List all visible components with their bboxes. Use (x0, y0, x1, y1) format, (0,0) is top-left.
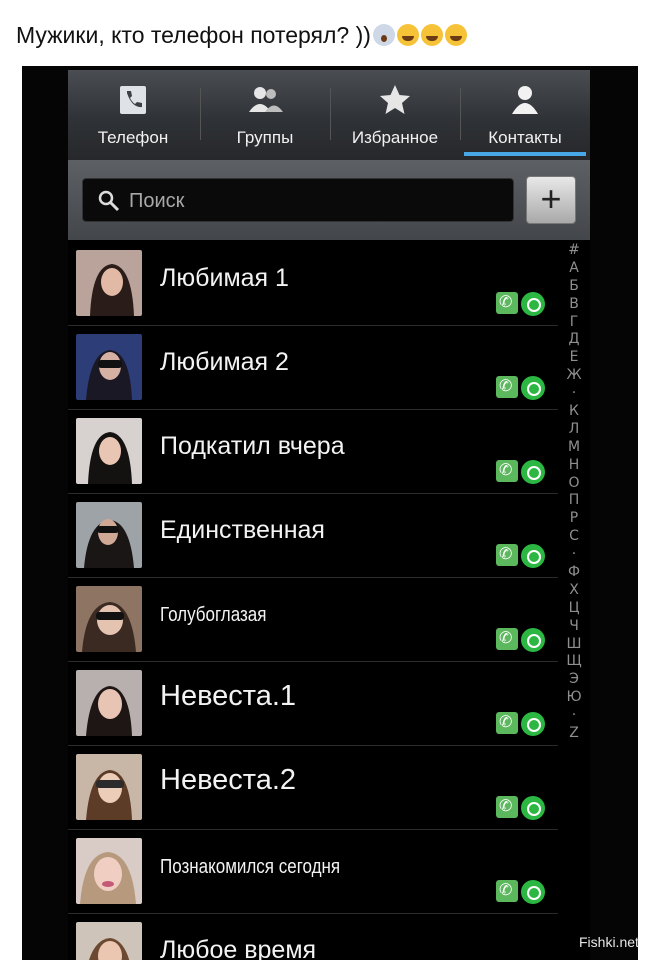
tab-label: Контакты (488, 128, 562, 147)
index-letter[interactable]: Щ (562, 653, 586, 671)
avatar (76, 838, 142, 904)
avatar (76, 670, 142, 736)
index-letter[interactable]: Z (562, 725, 586, 743)
avatar (76, 334, 142, 400)
contact-name: Невеста.2 (160, 764, 297, 796)
list-item[interactable]: Голубоглазая (68, 578, 558, 662)
tab-groups[interactable]: Группы (200, 70, 330, 160)
list-item[interactable]: Единственная (68, 494, 558, 578)
active-tab-indicator (464, 152, 586, 156)
index-letter[interactable]: Е (562, 349, 586, 367)
index-letter[interactable]: Г (562, 314, 586, 332)
contact-name: Познакомился сегодня (160, 856, 341, 878)
contact-name: Единственная (160, 516, 325, 544)
caption-text: Мужики, кто телефон потерял? )) (16, 22, 371, 48)
contact-name: Голубоглазая (160, 604, 267, 626)
groups-icon (245, 82, 285, 123)
watermark: Fishki.net (579, 934, 639, 950)
index-letter[interactable]: · (562, 707, 586, 725)
index-letter[interactable]: С (562, 528, 586, 546)
add-contact-button[interactable]: + (526, 176, 576, 224)
avatar (76, 502, 142, 568)
call-icon[interactable] (496, 292, 518, 314)
search-icon (97, 189, 121, 218)
contact-name: Подкатил вчера (160, 432, 345, 460)
list-item[interactable]: Познакомился сегодня (68, 830, 558, 914)
index-letter[interactable]: # (562, 242, 586, 260)
person-icon (507, 82, 543, 123)
whatsapp-icon[interactable] (521, 628, 545, 652)
call-icon[interactable] (496, 460, 518, 482)
index-letter[interactable]: Ш (562, 636, 586, 654)
avatar (76, 586, 142, 652)
tab-bar: Телефон Группы Избранное Контакты (68, 70, 590, 160)
call-icon[interactable] (496, 880, 518, 902)
index-letter[interactable]: В (562, 296, 586, 314)
index-letter[interactable]: Р (562, 510, 586, 528)
index-letter[interactable]: К (562, 403, 586, 421)
index-letter[interactable]: Ч (562, 618, 586, 636)
list-item[interactable]: Подкатил вчера (68, 410, 558, 494)
whatsapp-icon[interactable] (521, 376, 545, 400)
index-letter[interactable]: Н (562, 457, 586, 475)
call-icon[interactable] (496, 376, 518, 398)
contact-name: Невеста.1 (160, 680, 297, 712)
call-icon[interactable] (496, 712, 518, 734)
call-icon[interactable] (496, 796, 518, 818)
index-letter[interactable]: А (562, 260, 586, 278)
index-letter[interactable]: · (562, 546, 586, 564)
index-letter[interactable]: Ю (562, 689, 586, 707)
call-icon[interactable] (496, 628, 518, 650)
avatar (76, 754, 142, 820)
phone-icon (115, 82, 151, 123)
index-letter[interactable]: Ж (562, 367, 586, 385)
index-letter[interactable]: О (562, 475, 586, 493)
index-letter[interactable]: Х (562, 582, 586, 600)
contact-name: Любимая 2 (160, 348, 289, 376)
whatsapp-icon[interactable] (521, 460, 545, 484)
search-row: + (68, 160, 590, 240)
search-field[interactable] (82, 178, 514, 222)
whatsapp-icon[interactable] (521, 796, 545, 820)
laughing-emoji-icon (396, 24, 419, 46)
call-icon[interactable] (496, 544, 518, 566)
whatsapp-icon[interactable] (521, 292, 545, 316)
tab-label: Избранное (351, 128, 439, 147)
tab-contacts[interactable]: Контакты (460, 70, 590, 160)
alphabet-index[interactable]: # А Б В Г Д Е Ж · К Л М Н О П Р С · Ф Х … (562, 242, 586, 743)
index-letter[interactable]: Э (562, 671, 586, 689)
list-item[interactable]: Любимая 2 (68, 326, 558, 410)
avatar (76, 922, 142, 960)
avatar (76, 418, 142, 484)
tab-phone[interactable]: Телефон (68, 70, 198, 160)
search-input[interactable] (129, 185, 499, 217)
whatsapp-icon[interactable] (521, 880, 545, 904)
list-item[interactable]: Любое время (68, 914, 558, 960)
index-letter[interactable]: Л (562, 421, 586, 439)
contact-name: Любимая 1 (160, 264, 289, 292)
index-letter[interactable]: П (562, 492, 586, 510)
index-letter[interactable]: Д (562, 331, 586, 349)
index-letter[interactable]: Ц (562, 600, 586, 618)
list-item[interactable]: Невеста.2 (68, 746, 558, 830)
index-letter[interactable]: Б (562, 278, 586, 296)
laughing-emoji-icon (420, 24, 443, 46)
index-letter[interactable]: Ф (562, 564, 586, 582)
whatsapp-icon[interactable] (521, 544, 545, 568)
index-letter[interactable]: М (562, 439, 586, 457)
whatsapp-icon[interactable] (521, 712, 545, 736)
tab-label: Группы (236, 128, 294, 147)
phone-screen: Телефон Группы Избранное Контакты Поиск … (68, 70, 590, 960)
tab-favorites[interactable]: Избранное (330, 70, 460, 160)
avatar (76, 250, 142, 316)
index-letter[interactable]: · (562, 385, 586, 403)
list-item[interactable]: Невеста.1 (68, 662, 558, 746)
post-caption: Мужики, кто телефон потерял? )) (16, 22, 467, 49)
tab-label: Телефон (97, 128, 169, 147)
screaming-face-emoji-icon (372, 24, 395, 46)
list-item[interactable]: Любимая 1 (68, 242, 558, 326)
laughing-emoji-icon (444, 24, 467, 46)
star-icon (377, 82, 413, 123)
contact-name: Любое время (160, 936, 317, 960)
